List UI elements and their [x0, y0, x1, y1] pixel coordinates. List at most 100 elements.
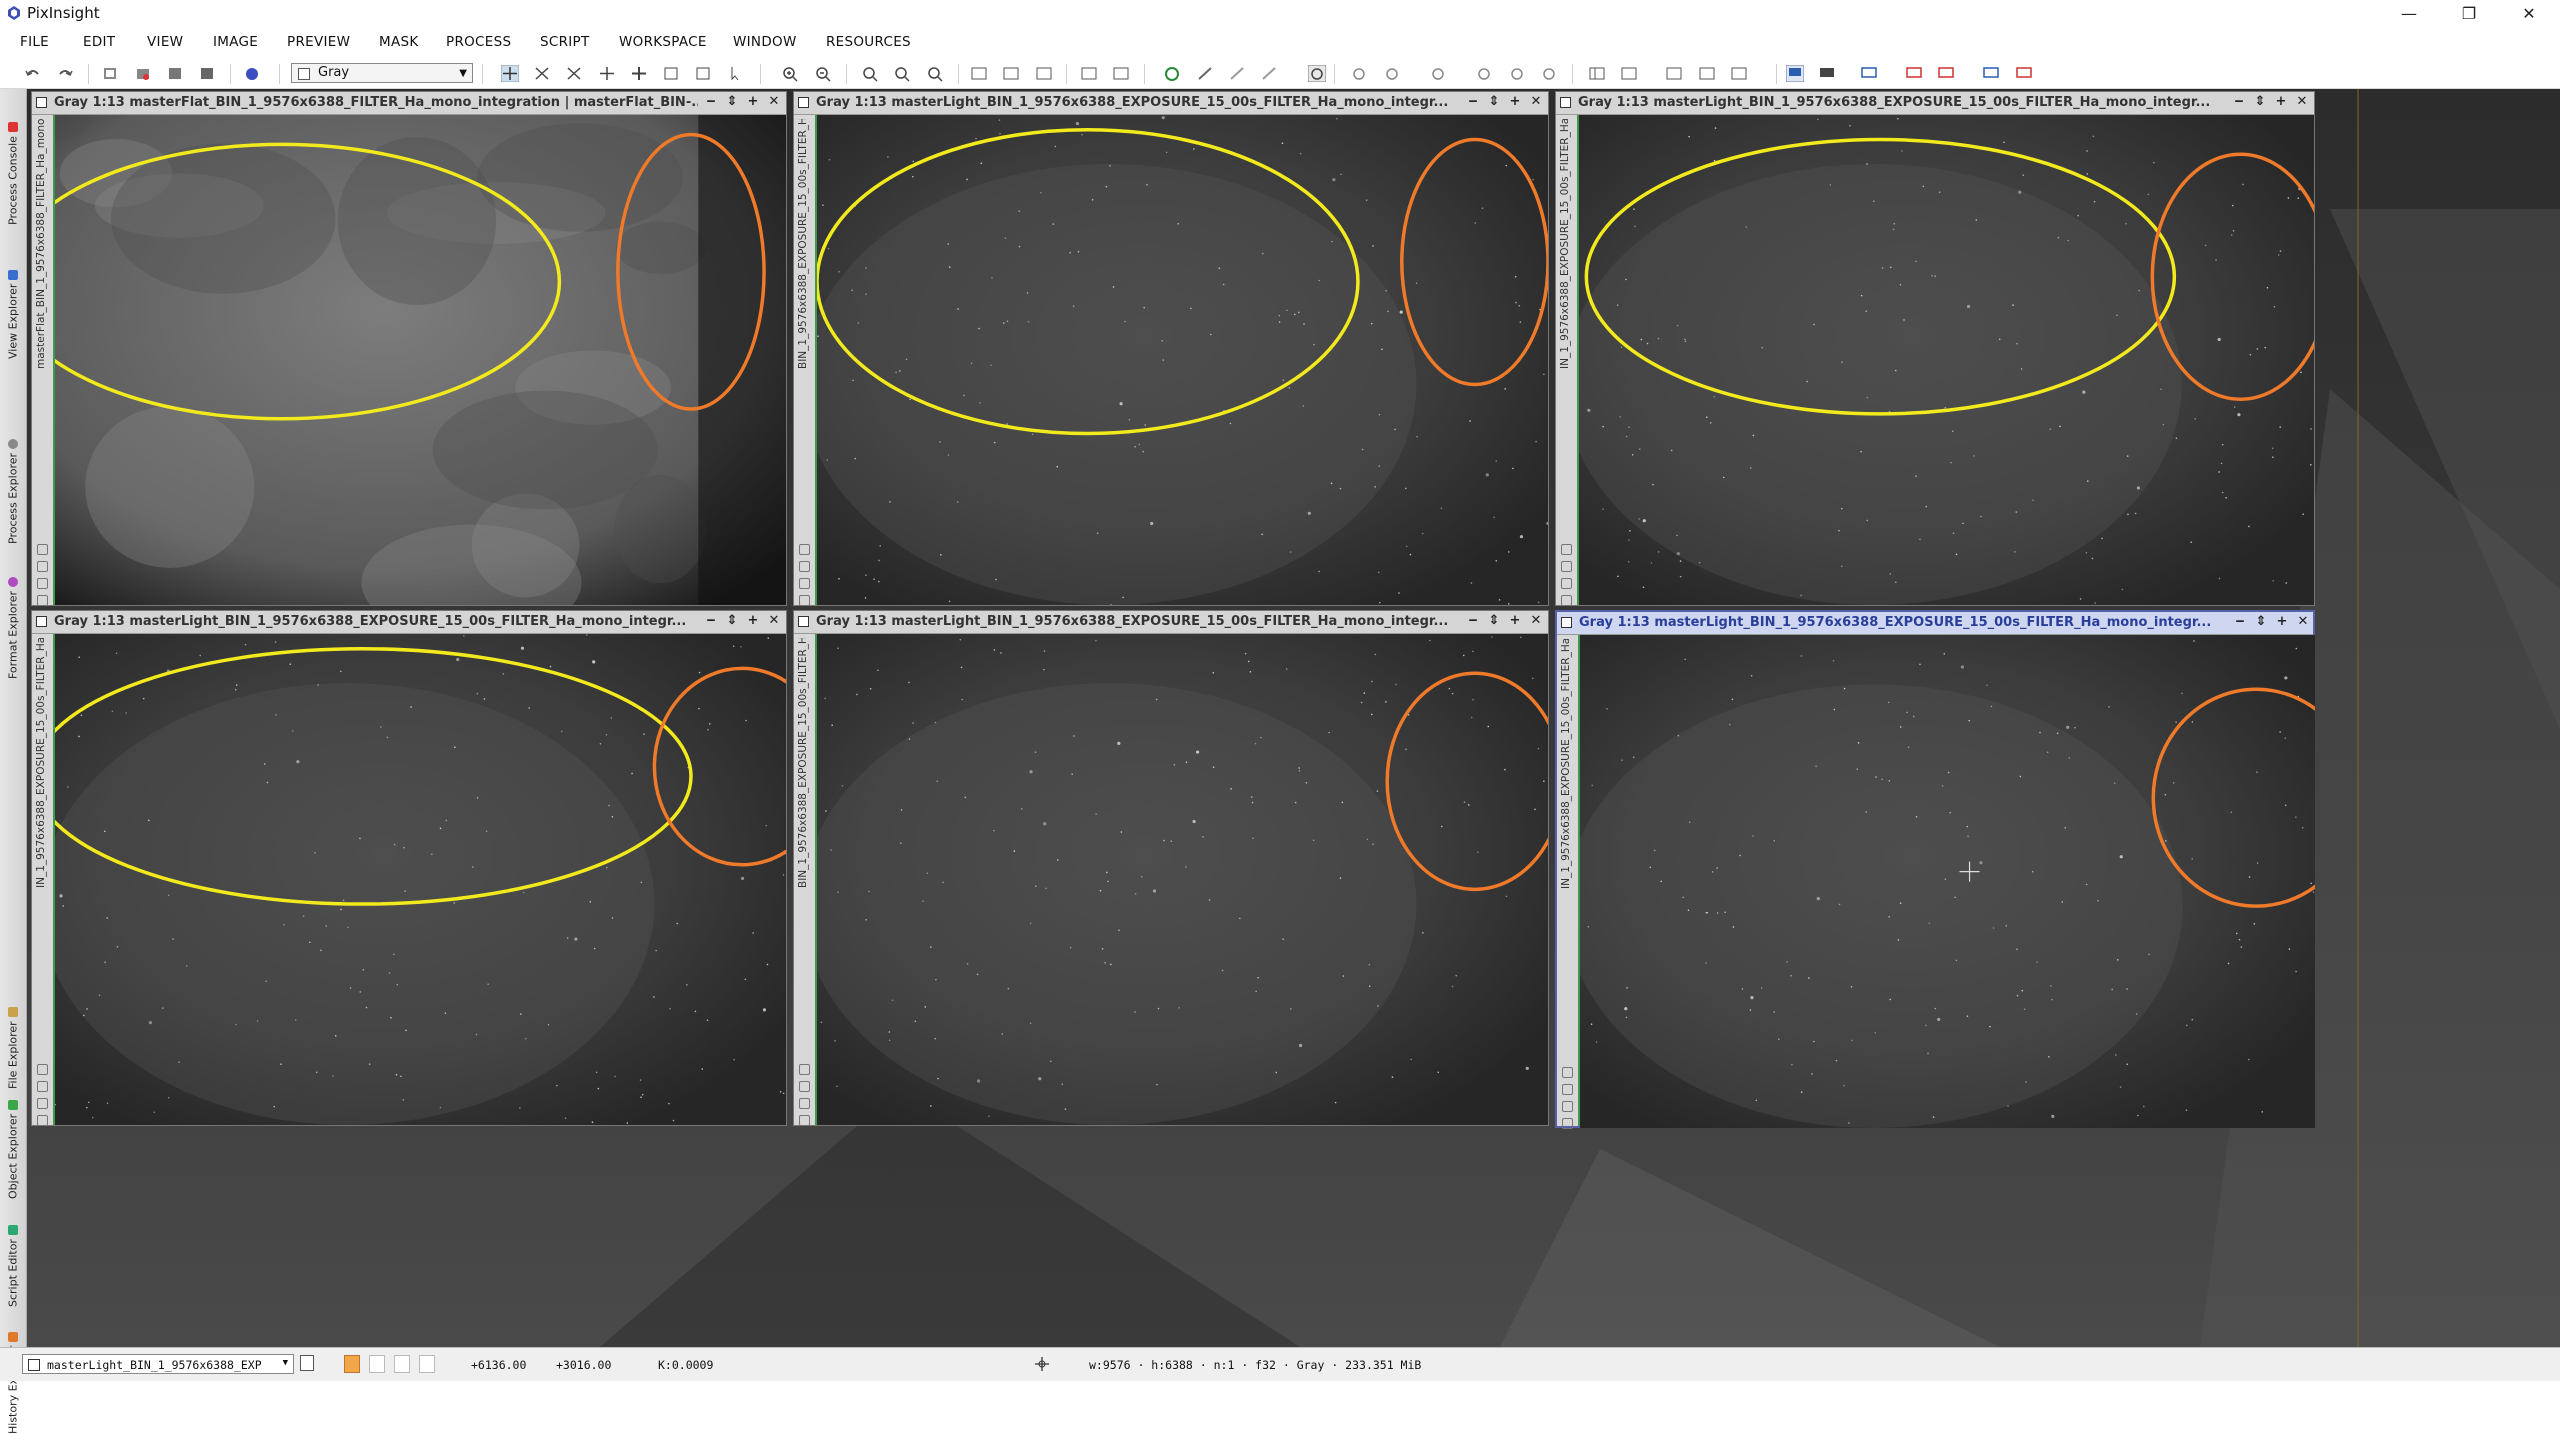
mask-icon[interactable] [799, 544, 810, 555]
window-cascade-icon[interactable] [1035, 65, 1053, 82]
screen-icon-3[interactable] [1860, 65, 1878, 82]
window-tile-icon[interactable] [1002, 65, 1020, 82]
view-identifier[interactable]: masterFlat_BIN_1_9576x6388_FILTER_Ha_mon… [35, 119, 47, 369]
zoom-1-1-icon[interactable] [861, 65, 879, 82]
maximize-button[interactable]: ❐ [2440, 0, 2498, 27]
menu-preview[interactable]: PREVIEW [287, 34, 350, 50]
maximize-window-button[interactable]: + [744, 94, 762, 112]
lock-icon[interactable] [799, 1098, 810, 1109]
fit-view-icon[interactable] [533, 65, 551, 82]
shade-window-button[interactable]: ⇕ [1485, 613, 1503, 631]
image-window-titlebar[interactable]: Gray 1:13 masterLight_BIN_1_9576x6388_EX… [32, 611, 786, 634]
image-canvas[interactable] [802, 115, 1550, 606]
open-file-icon[interactable] [134, 65, 152, 82]
image-window[interactable]: Gray 1:13 masterLight_BIN_1_9576x6388_EX… [793, 91, 1550, 606]
readout-mode-icon[interactable] [501, 65, 519, 82]
shade-window-button[interactable]: ⇕ [1485, 94, 1503, 112]
close-button[interactable]: ✕ [2500, 0, 2558, 27]
image-window[interactable]: Gray 1:13 masterFlat_BIN_1_9576x6388_FIL… [2, 90, 787, 641]
center-view-icon[interactable] [630, 65, 648, 82]
process-icon-6[interactable] [1540, 65, 1558, 82]
menu-mask[interactable]: MASK [379, 34, 419, 50]
link-icon[interactable] [1561, 561, 1572, 572]
lock-icon[interactable] [37, 578, 48, 589]
process-icon-5[interactable] [1508, 65, 1526, 82]
stf-reset-icon[interactable] [1228, 65, 1246, 82]
menu-file[interactable]: FILE [20, 34, 49, 50]
save-icon[interactable] [166, 65, 184, 82]
screen-icon-6[interactable] [1982, 65, 2000, 82]
lock-icon[interactable] [1561, 578, 1572, 589]
screen-icon-5[interactable] [1937, 65, 1955, 82]
screen-preview-icon[interactable] [1786, 65, 1804, 82]
link-icon[interactable] [1562, 1084, 1573, 1095]
menu-resources[interactable]: RESOURCES [826, 34, 911, 50]
image-window-titlebar[interactable]: Gray 1:13 masterLight_BIN_1_9576x6388_EX… [794, 92, 1548, 115]
close-window-button[interactable]: ✕ [2294, 614, 2312, 632]
select-pointer-icon[interactable] [726, 65, 744, 82]
minimize-window-button[interactable]: ‒ [1464, 613, 1482, 631]
close-window-button[interactable]: ✕ [1527, 94, 1545, 112]
info-icon[interactable] [799, 595, 810, 606]
info-icon[interactable] [1562, 1118, 1573, 1129]
image-window[interactable]: Gray 1:13 masterLight_BIN_1_9576x6388_EX… [793, 610, 1565, 1126]
zoom-fit-icon[interactable] [565, 65, 583, 82]
image-window[interactable]: Gray 1:13 masterLight_BIN_1_9576x6388_EX… [1555, 610, 2361, 1129]
image-canvas[interactable] [31, 634, 832, 1125]
color-space-select[interactable]: Gray ▼ [291, 63, 473, 83]
lock-icon[interactable] [799, 578, 810, 589]
process-icon-1[interactable] [1350, 65, 1368, 82]
screen-icon-2[interactable] [1818, 65, 1836, 82]
channel-b-swatch[interactable] [419, 1355, 435, 1373]
mask-invert-icon[interactable] [1112, 65, 1130, 82]
minimize-window-button[interactable]: ‒ [702, 613, 720, 631]
close-window-button[interactable]: ✕ [765, 94, 783, 112]
tab-format-explorer[interactable]: Format Explorer [2, 549, 24, 679]
tab-view-explorer[interactable]: View Explorer [2, 229, 24, 359]
zoom-out-icon[interactable] [814, 65, 832, 82]
image-canvas[interactable] [802, 634, 1565, 1125]
panel-icon-3[interactable] [1665, 65, 1683, 82]
mask-icon[interactable] [37, 1064, 48, 1075]
zoom-to-fit-icon[interactable] [926, 65, 944, 82]
save-as-icon[interactable] [198, 65, 216, 82]
info-icon[interactable] [799, 1115, 810, 1126]
preview-toggle-icon[interactable] [300, 1355, 314, 1371]
tab-process-console[interactable]: Process Console [2, 95, 24, 225]
process-icon-2[interactable] [1383, 65, 1401, 82]
stf-toggle-icon[interactable] [1308, 65, 1326, 82]
menu-workspace[interactable]: WORKSPACE [619, 34, 707, 50]
stf-link-icon[interactable] [1196, 65, 1214, 82]
link-icon[interactable] [37, 1081, 48, 1092]
maximize-window-button[interactable]: + [2273, 614, 2291, 632]
menu-script[interactable]: SCRIPT [540, 34, 590, 50]
image-window[interactable]: Gray 1:13 masterLight_BIN_1_9576x6388_EX… [31, 610, 832, 1126]
screen-icon-7[interactable] [2015, 65, 2033, 82]
minimize-window-button[interactable]: ‒ [1464, 94, 1482, 112]
image-window-titlebar[interactable]: Gray 1:13 masterLight_BIN_1_9576x6388_EX… [1556, 92, 2314, 115]
view-identifier[interactable]: BIN_1_9576x6388_EXPOSURE_15_00s_FILTER_H… [797, 119, 809, 369]
maximize-window-button[interactable]: + [1506, 613, 1524, 631]
close-window-button[interactable]: ✕ [2293, 94, 2311, 112]
image-canvas[interactable] [2, 90, 786, 641]
shade-window-button[interactable]: ⇕ [723, 613, 741, 631]
info-icon[interactable] [37, 595, 48, 606]
maximize-window-button[interactable]: + [744, 613, 762, 631]
stf-auto-icon[interactable] [1260, 65, 1278, 82]
view-selector[interactable]: masterLight_BIN_1_9576x6388_EXP ▼ [22, 1354, 294, 1374]
menu-process[interactable]: PROCESS [446, 34, 511, 50]
info-icon[interactable] [37, 1115, 48, 1126]
link-icon[interactable] [799, 561, 810, 572]
maximize-window-button[interactable]: + [1506, 94, 1524, 112]
maximize-window-button[interactable]: + [2272, 94, 2290, 112]
image-window[interactable]: Gray 1:13 masterLight_BIN_1_9576x6388_EX… [1555, 91, 2331, 606]
panel-icon-2[interactable] [1620, 65, 1638, 82]
view-identifier[interactable]: IN_1_9576x6388_EXPOSURE_15_00s_FILTER_Ha… [1560, 639, 1572, 889]
channel-g-swatch[interactable] [394, 1355, 410, 1373]
menu-edit[interactable]: EDIT [83, 34, 115, 50]
lock-icon[interactable] [1562, 1101, 1573, 1112]
info-icon[interactable] [1561, 595, 1572, 606]
mask-show-icon[interactable] [1080, 65, 1098, 82]
shade-window-button[interactable]: ⇕ [2251, 94, 2269, 112]
screen-icon-4[interactable] [1905, 65, 1923, 82]
